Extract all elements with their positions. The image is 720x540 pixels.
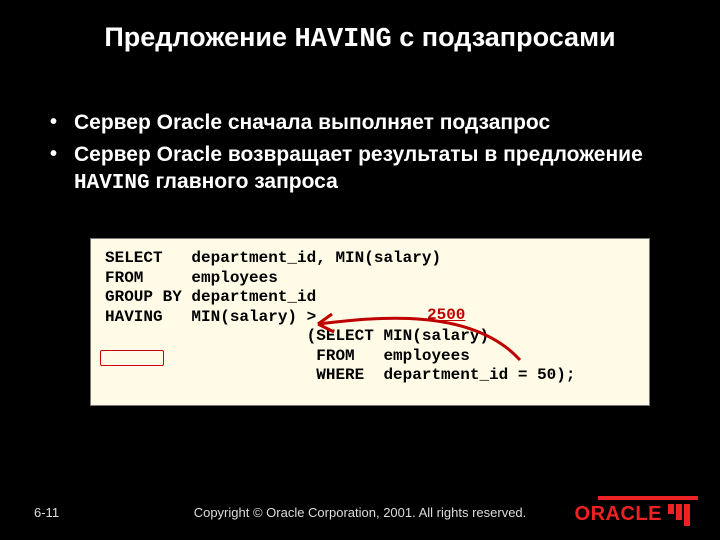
bullet-list: Сервер Oracle сначала выполняет подзапро…: [74, 110, 662, 201]
title-mono: HAVING: [295, 25, 392, 55]
subquery-result-annotation: 2500: [420, 303, 472, 327]
logo-text: ORACLE: [575, 503, 662, 526]
bullet-item: Сервер Oracle возвращает результаты в пр…: [74, 142, 662, 197]
logo-divider: [598, 496, 698, 500]
bullet-text: Сервер Oracle возвращает результаты в пр…: [74, 143, 643, 166]
code-block: SELECT department_id, MIN(salary) FROM e…: [90, 238, 650, 406]
bullet-text-post: главного запроса: [150, 170, 338, 193]
slide: Предложение HAVING с подзапросами Сервер…: [0, 0, 720, 540]
bullet-text: Сервер Oracle сначала выполняет подзапро…: [74, 111, 550, 134]
logo-bars-icon: [668, 504, 690, 526]
title-pre: Предложение: [104, 22, 294, 52]
bullet-item: Сервер Oracle сначала выполняет подзапро…: [74, 110, 662, 138]
slide-title: Предложение HAVING с подзапросами: [0, 22, 720, 55]
title-post: с подзапросами: [392, 22, 616, 52]
oracle-logo: ORACLE: [575, 503, 690, 526]
bullet-mono: HAVING: [74, 172, 150, 195]
